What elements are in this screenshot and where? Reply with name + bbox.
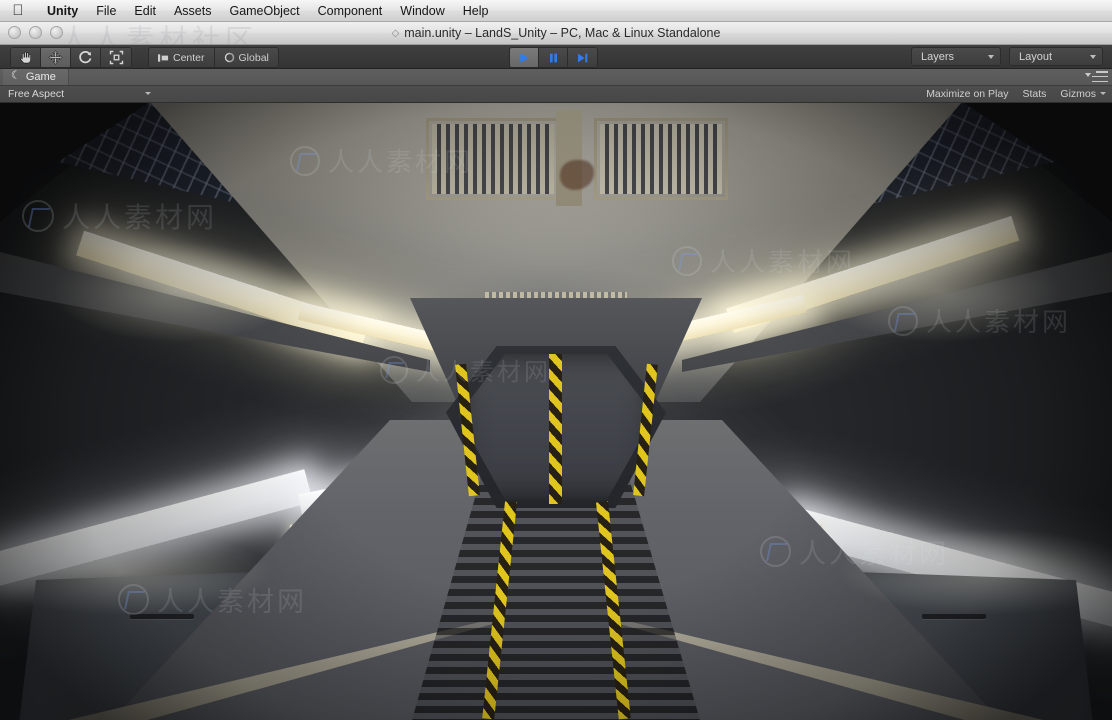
game-view-toolbar: Free Aspect Maximize on Play Stats Gizmo…: [0, 85, 1112, 103]
pivot-rotation-button[interactable]: Global: [213, 48, 278, 67]
window-title-text: main.unity – LandS_Unity – PC, Mac & Lin…: [404, 26, 721, 40]
plate-vent-slot: [922, 614, 986, 619]
menu-item-unity[interactable]: Unity: [38, 0, 87, 22]
menu-item-help[interactable]: Help: [454, 0, 498, 22]
window-title-bar: 人人素材社区 ◇ main.unity – LandS_Unity – PC, M…: [0, 22, 1112, 45]
layers-dropdown-label: Layers: [921, 50, 955, 63]
chevron-down-icon: [145, 92, 151, 95]
layout-dropdown-label: Layout: [1019, 50, 1053, 63]
plate-vent-slot: [130, 614, 194, 619]
hazard-stripe-door-center: [549, 354, 562, 504]
apple-icon[interactable]: : [10, 2, 26, 20]
pivot-rotation-label: Global: [238, 51, 269, 64]
panel-tab-bar: ☾ Game: [0, 68, 1112, 86]
stats-toggle[interactable]: Stats: [1022, 88, 1046, 100]
hand-tool-button[interactable]: [11, 48, 41, 67]
game-viewport[interactable]: 人人素材网 人人素材网 人人素材网 人人素材网 人人素材网 人人素材网: [0, 102, 1112, 720]
pivot-mode-button[interactable]: Center: [149, 48, 214, 67]
chevron-down-icon: [1085, 73, 1091, 77]
document-proxy-icon[interactable]: ◇: [392, 23, 400, 44]
ceiling-vent-right: [594, 118, 728, 200]
ceiling-vent-center-strut: [556, 110, 582, 206]
panel-menu-icon[interactable]: [1092, 71, 1108, 82]
move-tool-button[interactable]: [41, 48, 71, 67]
tab-game[interactable]: ☾ Game: [3, 68, 69, 85]
menu-item-edit[interactable]: Edit: [125, 0, 165, 22]
aspect-ratio-label: Free Aspect: [8, 87, 65, 100]
menu-item-assets[interactable]: Assets: [165, 0, 221, 22]
menu-item-component[interactable]: Component: [309, 0, 392, 22]
pivot-toggles-group: Center Global: [148, 47, 279, 68]
layout-dropdown[interactable]: Layout: [1009, 47, 1103, 66]
play-button[interactable]: [510, 48, 539, 67]
menu-item-gameobject[interactable]: GameObject: [220, 0, 308, 22]
unity-toolbar: Center Global Layers Layout: [0, 44, 1112, 69]
chevron-down-icon: [1100, 92, 1106, 95]
layers-dropdown[interactable]: Layers: [911, 47, 1001, 66]
rotate-tool-button[interactable]: [71, 48, 101, 67]
ceiling-vent-left: [426, 118, 560, 200]
chevron-down-icon: [988, 54, 994, 59]
gizmos-label: Gizmos: [1060, 87, 1096, 100]
watermark-ring-icon: [22, 200, 54, 232]
unity-editor-window:  Unity File Edit Assets GameObject Comp…: [0, 0, 1112, 720]
rendered-scene: 人人素材网 人人素材网 人人素材网 人人素材网 人人素材网 人人素材网: [0, 102, 1112, 720]
tab-game-label: Game: [25, 70, 56, 83]
menu-item-file[interactable]: File: [87, 0, 125, 22]
macos-menu-bar:  Unity File Edit Assets GameObject Comp…: [0, 0, 1112, 22]
pivot-mode-label: Center: [173, 51, 205, 64]
pause-button[interactable]: [539, 48, 568, 67]
aspect-ratio-dropdown[interactable]: Free Aspect: [4, 86, 156, 101]
game-view-toolbar-right: Maximize on Play Stats Gizmos: [926, 85, 1106, 102]
gizmos-dropdown[interactable]: Gizmos: [1060, 88, 1106, 100]
step-button[interactable]: [568, 48, 597, 67]
transform-tools-group: [10, 47, 132, 68]
scale-tool-button[interactable]: [101, 48, 131, 67]
watermark-scene-1: 人人素材网: [22, 196, 217, 236]
chevron-down-icon: [1090, 54, 1096, 59]
game-view-icon: ☾: [11, 69, 21, 82]
playback-controls-group: [509, 47, 598, 68]
menu-item-window[interactable]: Window: [391, 0, 453, 22]
maximize-on-play-toggle[interactable]: Maximize on Play: [926, 88, 1008, 100]
window-title: ◇ main.unity – LandS_Unity – PC, Mac & Li…: [0, 22, 1112, 44]
